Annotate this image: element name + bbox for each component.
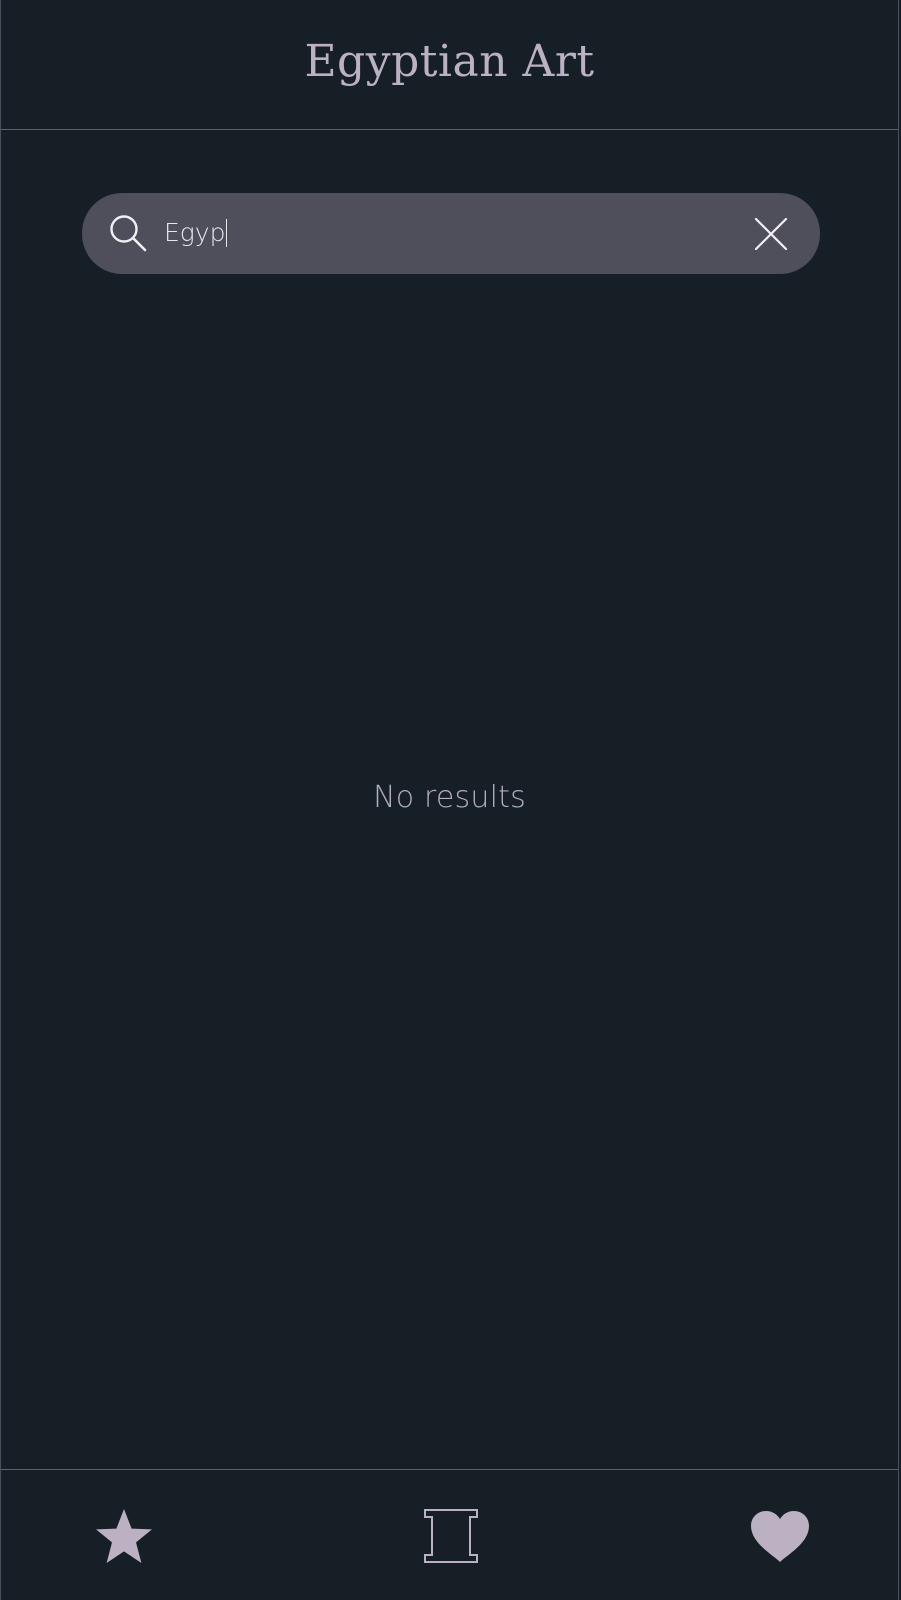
bottom-nav (1, 1469, 898, 1600)
search-input[interactable]: Egyp (164, 215, 228, 251)
text-caret (226, 218, 228, 247)
nav-gallery[interactable] (419, 1506, 483, 1566)
nav-favorites[interactable] (92, 1506, 156, 1566)
page-title: Egyptian Art (304, 36, 595, 87)
heart-icon (751, 1511, 809, 1562)
header: Egyptian Art (1, 0, 898, 130)
search-bar[interactable]: Egyp (82, 193, 820, 274)
search-input-value: Egyp (164, 218, 226, 247)
search-icon (110, 215, 147, 252)
close-icon[interactable] (754, 217, 788, 251)
app-screen: Egyptian Art Egyp No results (0, 0, 899, 1600)
star-icon (96, 1509, 152, 1563)
nav-liked[interactable] (748, 1506, 812, 1566)
empty-state-message: No results (373, 780, 526, 815)
column-icon (424, 1509, 478, 1563)
